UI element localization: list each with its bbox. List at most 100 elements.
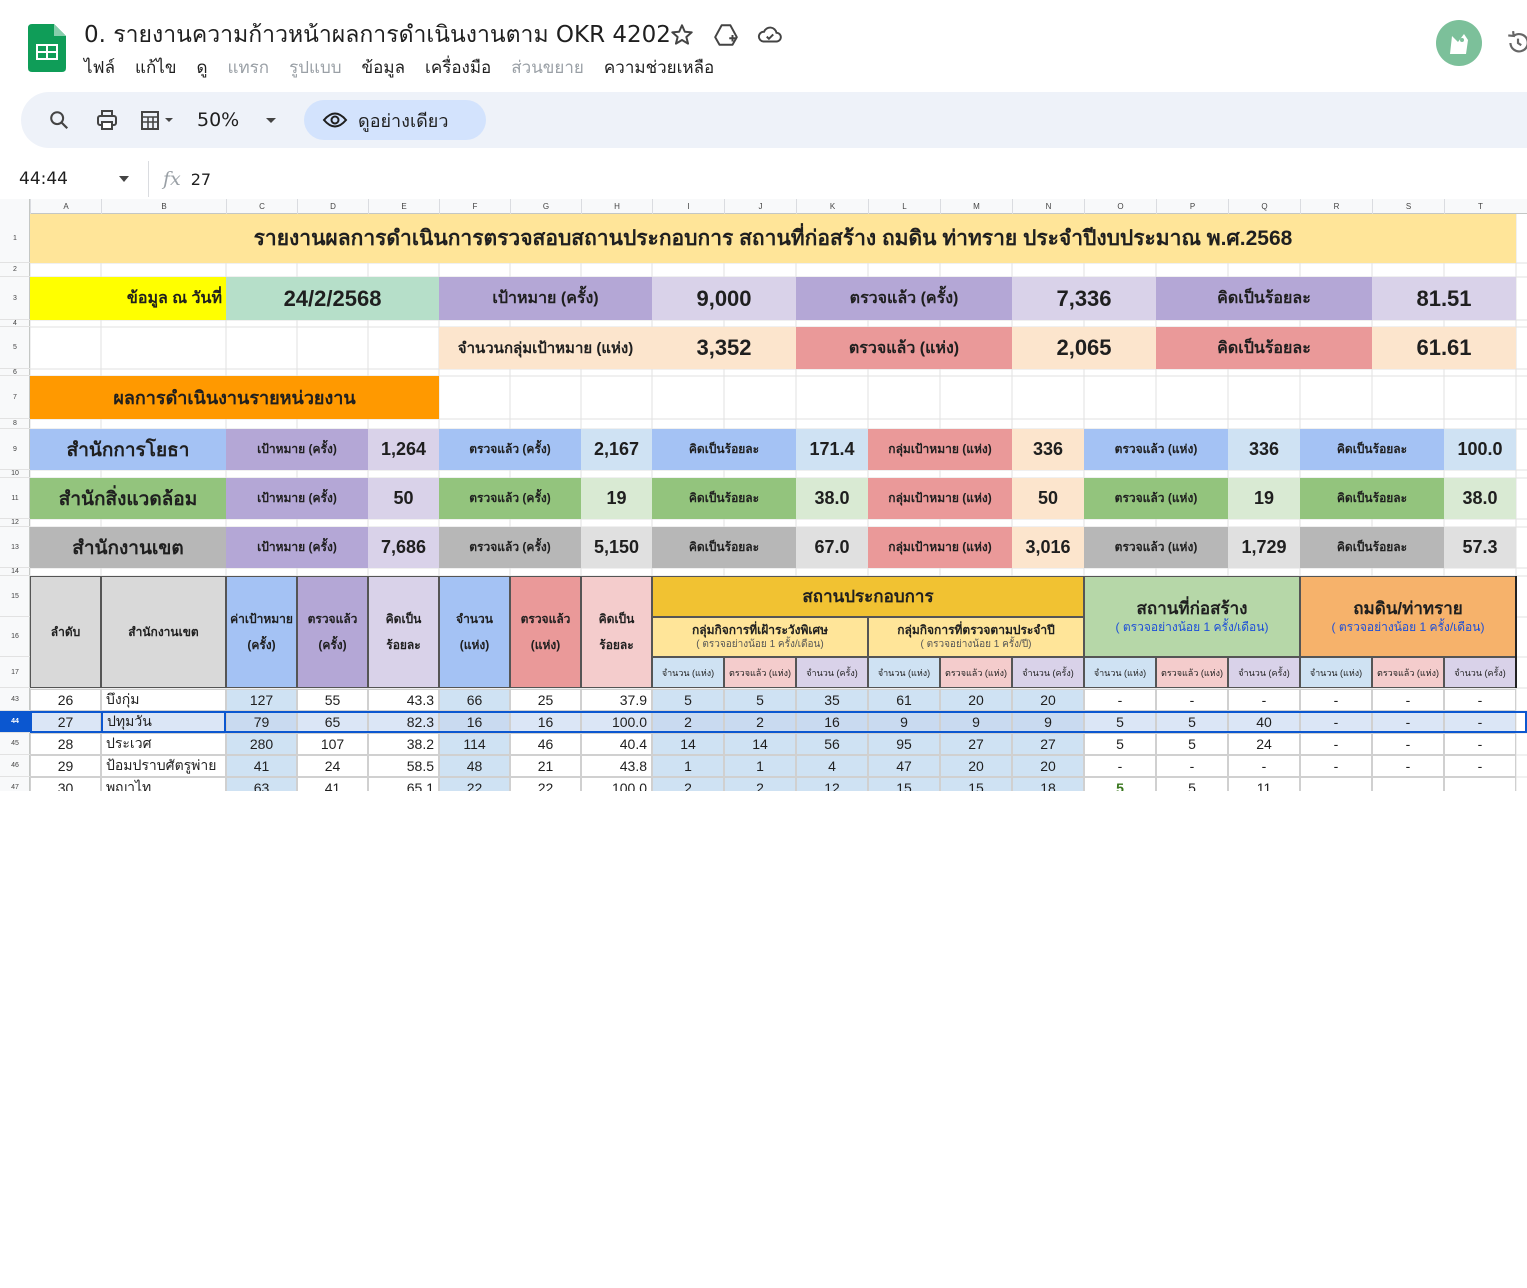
col-N-header[interactable]: N xyxy=(1012,199,1084,214)
table-cell[interactable]: 22 xyxy=(510,777,581,791)
sheets-logo-icon[interactable] xyxy=(28,24,66,72)
header-sub[interactable]: จำนวน (ครั้ง) xyxy=(1012,657,1084,688)
unit-group-value[interactable]: 336 xyxy=(1012,429,1084,470)
print-button[interactable] xyxy=(91,102,123,138)
table-cell[interactable]: 1 xyxy=(724,755,796,777)
table-cell[interactable]: 47 xyxy=(868,755,940,777)
table-cell[interactable]: 2 xyxy=(724,711,796,733)
row-header[interactable]: 10 xyxy=(0,470,30,478)
header-checked[interactable]: ตรวจแล้ว (ครั้ง) xyxy=(297,576,368,688)
table-cell[interactable] xyxy=(1300,777,1372,791)
unit-pct-label[interactable]: คิดเป็นร้อยละ xyxy=(652,429,796,470)
district-name-cell[interactable]: พญาไท xyxy=(101,777,226,791)
table-cell[interactable]: 41 xyxy=(297,777,368,791)
table-cell[interactable]: 55 xyxy=(297,689,368,711)
section-label[interactable]: ผลการดำเนินงานรายหน่วยงาน xyxy=(30,376,439,419)
checked-label[interactable]: ตรวจแล้ว (ครั้ง) xyxy=(796,277,1012,320)
header-sub[interactable]: จำนวน (แห่ง) xyxy=(868,657,940,688)
unit-name[interactable]: สำนักงานเขต xyxy=(30,527,226,568)
unit-group-checked-value[interactable]: 1,729 xyxy=(1228,527,1300,568)
target-value[interactable]: 9,000 xyxy=(652,277,796,320)
group-pct-label[interactable]: คิดเป็นร้อยละ xyxy=(1156,327,1372,369)
col-P-header[interactable]: P xyxy=(1156,199,1228,214)
table-cell[interactable]: 11 xyxy=(1228,777,1300,791)
table-cell[interactable]: 100.0 xyxy=(581,777,652,791)
row-header[interactable]: 2 xyxy=(0,263,30,277)
header-sub[interactable]: ตรวจแล้ว (แห่ง) xyxy=(724,657,796,688)
col-O-header[interactable]: O xyxy=(1084,199,1156,214)
table-cell[interactable]: 127 xyxy=(226,689,297,711)
unit-group-checked-label[interactable]: ตรวจแล้ว (แห่ง) xyxy=(1084,429,1228,470)
unit-pct-value[interactable]: 38.0 xyxy=(796,478,868,519)
menu-insert[interactable]: แทรก xyxy=(227,54,269,78)
header-sub[interactable]: ตรวจแล้ว (แห่ง) xyxy=(1156,657,1228,688)
header-landfill[interactable]: ถมดิน/ท่าทราย( ตรวจอย่างน้อย 1 ครั้ง/เดื… xyxy=(1300,576,1516,657)
table-cell[interactable]: 95 xyxy=(868,733,940,755)
col-S-header[interactable]: S xyxy=(1372,199,1444,214)
unit-target-value[interactable]: 1,264 xyxy=(368,429,439,470)
table-cell[interactable]: 65 xyxy=(297,711,368,733)
table-cell[interactable]: 29 xyxy=(30,755,101,777)
header-target[interactable]: ค่าเป้าหมาย (ครั้ง) xyxy=(226,576,297,688)
table-cell[interactable]: - xyxy=(1372,755,1444,777)
unit-group-checked-value[interactable]: 19 xyxy=(1228,478,1300,519)
header-special[interactable]: กลุ่มกิจการที่เฝ้าระวังพิเศษ ( ตรวจอย่างน… xyxy=(652,617,868,657)
table-cell[interactable]: 20 xyxy=(940,689,1012,711)
table-cell[interactable]: - xyxy=(1084,689,1156,711)
row-header[interactable]: 4 xyxy=(0,320,30,327)
document-title[interactable]: 0. รายงานความก้าวหน้าผลการดำเนินงานตาม O… xyxy=(84,17,671,53)
table-cell[interactable]: 15 xyxy=(940,777,1012,791)
district-name-cell[interactable]: ประเวศ xyxy=(101,733,226,755)
table-cell[interactable]: 43.8 xyxy=(581,755,652,777)
header-sub[interactable]: จำนวน (ครั้ง) xyxy=(796,657,868,688)
table-cell[interactable]: - xyxy=(1444,711,1516,733)
table-cell[interactable]: - xyxy=(1228,689,1300,711)
unit-group-pct-label[interactable]: คิดเป็นร้อยละ xyxy=(1300,527,1444,568)
unit-target-value[interactable]: 50 xyxy=(368,478,439,519)
move-to-drive-icon[interactable] xyxy=(713,22,739,48)
group-value[interactable]: 3,352 xyxy=(652,327,796,369)
header-sub[interactable]: จำนวน (ครั้ง) xyxy=(1444,657,1516,688)
table-cell[interactable]: 16 xyxy=(796,711,868,733)
table-cell[interactable]: - xyxy=(1300,689,1372,711)
target-label[interactable]: เป้าหมาย (ครั้ง) xyxy=(439,277,652,320)
table-cell[interactable]: 12 xyxy=(796,777,868,791)
table-cell[interactable]: 65.1 xyxy=(368,777,439,791)
unit-group-label[interactable]: กลุ่มเป้าหมาย (แห่ง) xyxy=(868,527,1012,568)
table-cell[interactable]: 5 xyxy=(1084,777,1156,791)
table-cell[interactable]: 114 xyxy=(439,733,510,755)
col-L-header[interactable]: L xyxy=(868,199,940,214)
table-cell[interactable]: 43.3 xyxy=(368,689,439,711)
table-cell[interactable]: 66 xyxy=(439,689,510,711)
menu-file[interactable]: ไฟล์ xyxy=(84,54,115,78)
table-cell[interactable]: 107 xyxy=(297,733,368,755)
table-cell[interactable]: 18 xyxy=(1012,777,1084,791)
table-cell[interactable]: - xyxy=(1156,755,1228,777)
table-cell[interactable]: 56 xyxy=(796,733,868,755)
col-G-header[interactable]: G xyxy=(510,199,581,214)
pct-label[interactable]: คิดเป็นร้อยละ xyxy=(1156,277,1372,320)
table-cell[interactable]: 37.9 xyxy=(581,689,652,711)
table-cell[interactable]: 4 xyxy=(796,755,868,777)
menu-edit[interactable]: แก้ไข xyxy=(135,54,176,78)
col-M-header[interactable]: M xyxy=(940,199,1012,214)
checked-value[interactable]: 7,336 xyxy=(1012,277,1156,320)
header-construction[interactable]: สถานที่ก่อสร้าง( ตรวจอย่างน้อย 1 ครั้ง/เ… xyxy=(1084,576,1300,657)
table-cell[interactable]: 46 xyxy=(510,733,581,755)
star-icon[interactable] xyxy=(669,22,695,48)
unit-checked-value[interactable]: 5,150 xyxy=(581,527,652,568)
menu-tools[interactable]: เครื่องมือ xyxy=(425,54,491,78)
table-cell[interactable]: 63 xyxy=(226,777,297,791)
table-cell[interactable]: 79 xyxy=(226,711,297,733)
table-cell[interactable]: 27 xyxy=(1012,733,1084,755)
menu-extensions[interactable]: ส่วนขยาย xyxy=(511,54,584,78)
row-header[interactable]: 8 xyxy=(0,419,30,429)
unit-group-pct-label[interactable]: คิดเป็นร้อยละ xyxy=(1300,478,1444,519)
table-cell[interactable]: - xyxy=(1444,733,1516,755)
table-cell[interactable] xyxy=(1444,777,1516,791)
row-header[interactable]: 3 xyxy=(0,277,30,320)
row-header[interactable]: 46 xyxy=(0,755,30,777)
col-Q-header[interactable]: Q xyxy=(1228,199,1300,214)
unit-pct-value[interactable]: 171.4 xyxy=(796,429,868,470)
row-header[interactable]: 14 xyxy=(0,568,30,576)
